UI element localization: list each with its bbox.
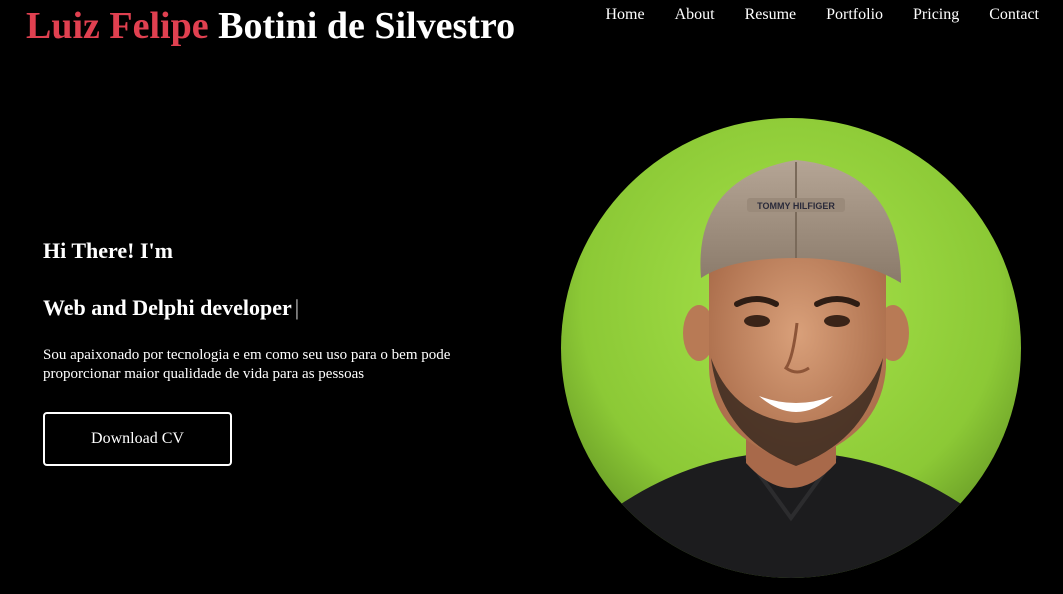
logo-first-name: Luiz Felipe	[26, 5, 209, 47]
hero-section: Hi There! I'm Web and Delphi developer | …	[43, 236, 523, 466]
hero-intro: Sou apaixonado por tecnologia e em como …	[43, 347, 451, 382]
logo-last-name: Botini de Silvestro	[218, 5, 516, 47]
page: Luiz Felipe Botini de Silvestro Home Abo…	[0, 0, 1063, 594]
profile-photo-illustration: TOMMY HILFIGER	[561, 118, 1021, 578]
nav-link-pricing[interactable]: Pricing	[913, 5, 959, 25]
photo-eye-left	[744, 315, 770, 327]
nav-link-about[interactable]: About	[675, 5, 715, 25]
nav-link-portfolio[interactable]: Portfolio	[826, 5, 883, 25]
nav-link-contact[interactable]: Contact	[989, 5, 1039, 25]
nav-link-home[interactable]: Home	[605, 5, 644, 25]
photo-cap-brand: TOMMY HILFIGER	[757, 201, 835, 211]
photo-eye-right	[824, 315, 850, 327]
nav-link-resume[interactable]: Resume	[745, 5, 797, 25]
main-nav: Home About Resume Portfolio Pricing Cont…	[605, 5, 1039, 25]
hero-role: Web and Delphi developer |	[43, 293, 523, 323]
hero-greeting: Hi There! I'm	[43, 238, 173, 263]
typing-caret: |	[294, 295, 300, 320]
hero-role-text: Web and Delphi developer	[43, 295, 292, 320]
profile-photo: TOMMY HILFIGER	[561, 118, 1021, 578]
site-logo[interactable]: Luiz Felipe Botini de Silvestro	[26, 2, 515, 50]
download-cv-button[interactable]: Download CV	[43, 412, 232, 466]
